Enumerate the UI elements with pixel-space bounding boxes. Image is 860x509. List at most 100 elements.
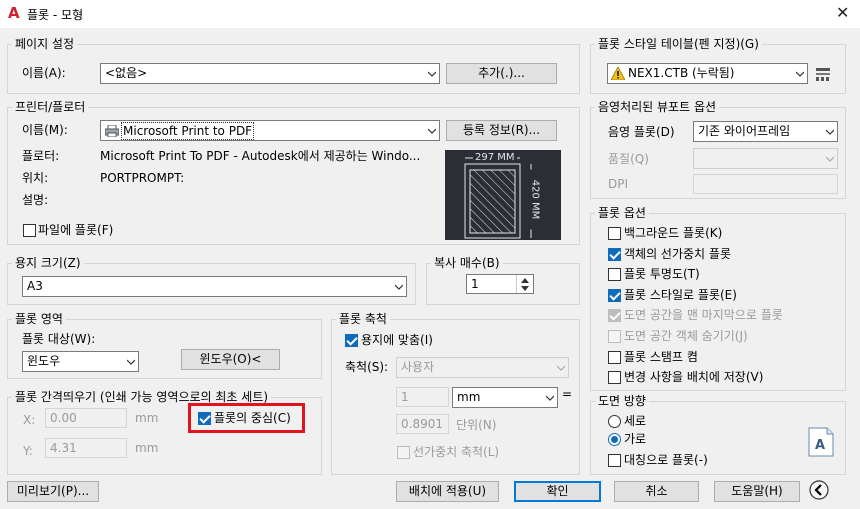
svg-text:A: A <box>815 438 825 453</box>
offset-y-value: 4.31 <box>50 441 77 455</box>
plot-option-checkbox[interactable] <box>608 227 621 240</box>
scale-value1-input[interactable]: 1 <box>396 387 449 407</box>
plot-offset-title: 플롯 간격띄우기 (인쇄 가능 영역으로의 최초 세트) <box>12 390 272 404</box>
chevron-down-icon <box>826 129 834 135</box>
offset-x-input[interactable]: 0.00 <box>45 408 127 428</box>
window-select-button[interactable]: 윈도우(O)< <box>181 349 280 370</box>
scale-value1: 1 <box>401 390 409 404</box>
page-setup-name-combo[interactable]: <없음> <box>100 63 440 84</box>
quality-combo[interactable] <box>693 148 838 169</box>
shade-plot-value: 기존 와이어프레임 <box>698 124 791 138</box>
chevron-down-icon <box>826 156 834 162</box>
chevron-down-icon <box>428 128 436 134</box>
scale-value2-input[interactable]: 0.8901 <box>396 414 449 434</box>
paper-size-combo[interactable]: A3 <box>22 276 407 297</box>
plot-scale-title: 플롯 축척 <box>336 312 390 326</box>
preview-button[interactable]: 미리보기(P)... <box>7 481 99 502</box>
printer-properties-button[interactable]: 등록 정보(R)... <box>446 120 557 141</box>
offset-y-input[interactable]: 4.31 <box>45 438 127 458</box>
close-icon[interactable]: ✕ <box>836 3 849 22</box>
add-page-setup-button[interactable]: 추가(.)... <box>446 63 557 84</box>
upside-down-checkbox[interactable] <box>608 454 621 467</box>
collapse-panel-icon[interactable] <box>809 480 829 500</box>
center-plot-checkbox[interactable] <box>198 412 211 425</box>
cancel-button[interactable]: 취소 <box>614 481 699 502</box>
plot-to-file-checkbox[interactable] <box>23 224 36 237</box>
plot-option-label: 플롯 투명도(T) <box>624 267 700 281</box>
portrait-radio[interactable] <box>608 415 621 428</box>
printer-icon <box>105 125 119 137</box>
plot-what-combo[interactable]: 윈도우 <box>22 351 139 372</box>
chevron-down-icon <box>428 71 436 77</box>
where-label: 위치: <box>22 171 49 185</box>
viewport-title: 음영처리된 뷰포트 옵션 <box>595 100 720 114</box>
copies-spinner[interactable] <box>516 275 533 293</box>
dpi-input[interactable] <box>693 174 838 194</box>
plot-to-file-label: 파일에 플롯(F) <box>38 223 114 237</box>
chevron-down-icon <box>395 284 403 290</box>
landscape-radio[interactable] <box>608 433 621 446</box>
plot-option-checkbox[interactable] <box>608 248 621 261</box>
spinner-down-icon[interactable] <box>521 286 529 291</box>
paper-size-title: 용지 크기(Z) <box>12 256 84 270</box>
warning-icon <box>611 67 625 80</box>
plot-option-checkbox[interactable] <box>608 351 621 364</box>
scale-unit-value: mm <box>457 390 481 404</box>
help-button[interactable]: 도움말(H) <box>714 481 800 502</box>
offset-y-unit: mm <box>135 441 159 455</box>
paper-height-label: 420 MM <box>529 169 541 230</box>
plot-option-label: 도면 공간을 맨 마지막으로 플롯 <box>624 308 783 322</box>
paper-preview-graphic <box>464 157 532 239</box>
plot-option-checkbox[interactable] <box>608 371 621 384</box>
fit-to-paper-checkbox[interactable] <box>345 334 358 347</box>
portrait-label: 세로 <box>624 414 647 428</box>
plotter-label: 플로터: <box>22 149 60 163</box>
chevron-down-icon <box>796 71 804 77</box>
where-value: PORTPROMPT: <box>100 171 185 185</box>
spinner-up-icon[interactable] <box>521 278 529 283</box>
offset-x-label: X: <box>23 413 36 427</box>
center-plot-label: 플롯의 중심(C) <box>214 411 291 425</box>
scale-unit-combo[interactable]: mm <box>452 387 558 408</box>
paper-preview: 297 MM 420 MM <box>445 150 561 240</box>
scale-combo[interactable]: 사용자 <box>396 357 569 378</box>
ok-button[interactable]: 확인 <box>514 481 601 502</box>
scale-value: 사용자 <box>401 360 435 374</box>
plot-what-label: 플롯 대상(W): <box>22 332 96 346</box>
page-setup-name-value: <없음> <box>105 66 148 80</box>
plotter-value: Microsoft Print To PDF - Autodesk에서 제공하는… <box>100 149 421 163</box>
autocad-logo-icon: A <box>8 4 20 22</box>
plot-option-checkbox[interactable] <box>608 330 621 343</box>
plot-option-label: 도면 공간 객체 숨기기(J) <box>624 329 748 343</box>
style-table-combo[interactable]: NEX1.CTB (누락됨) <box>607 63 808 84</box>
plot-option-label: 플롯 스타일로 플롯(E) <box>624 288 737 302</box>
copies-value: 1 <box>471 277 479 291</box>
apply-to-layout-button[interactable]: 배치에 적용(U) <box>396 481 499 502</box>
landscape-label: 가로 <box>624 432 647 446</box>
plot-option-checkbox[interactable] <box>608 268 621 281</box>
shade-plot-label: 음영 플롯(D) <box>608 125 675 139</box>
window-title: 플롯 - 모형 <box>27 8 84 22</box>
scale-label: 축척(S): <box>345 360 389 374</box>
copies-title: 복사 매수(B) <box>431 256 503 270</box>
chevron-down-icon <box>546 395 554 401</box>
plot-option-checkbox[interactable] <box>608 309 621 322</box>
scale-lineweights-checkbox[interactable] <box>397 446 410 459</box>
scale-lineweights-label: 선가중치 축척(L) <box>413 445 500 459</box>
plot-option-label: 객체의 선가중치 플롯 <box>624 247 731 261</box>
printer-name-combo[interactable]: Microsoft Print to PDF <box>100 120 440 141</box>
style-table-title: 플롯 스타일 테이블(펜 지정)(G) <box>595 37 762 51</box>
plot-what-value: 윈도우 <box>27 354 61 368</box>
chevron-down-icon <box>557 365 565 371</box>
shade-plot-combo[interactable]: 기존 와이어프레임 <box>693 121 838 142</box>
paper-size-value: A3 <box>27 279 43 293</box>
offset-x-unit: mm <box>135 411 159 425</box>
page-setup-name-label: 이름(A): <box>22 66 66 80</box>
paper-width-label: 297 MM <box>473 152 517 163</box>
chevron-down-icon <box>127 359 135 365</box>
plot-option-label: 플롯 스탬프 켬 <box>624 350 698 364</box>
plot-option-checkbox[interactable] <box>608 289 621 302</box>
scale-value2: 0.8901 <box>401 417 443 431</box>
dpi-label: DPI <box>608 177 629 191</box>
edit-style-table-icon[interactable] <box>815 66 831 82</box>
